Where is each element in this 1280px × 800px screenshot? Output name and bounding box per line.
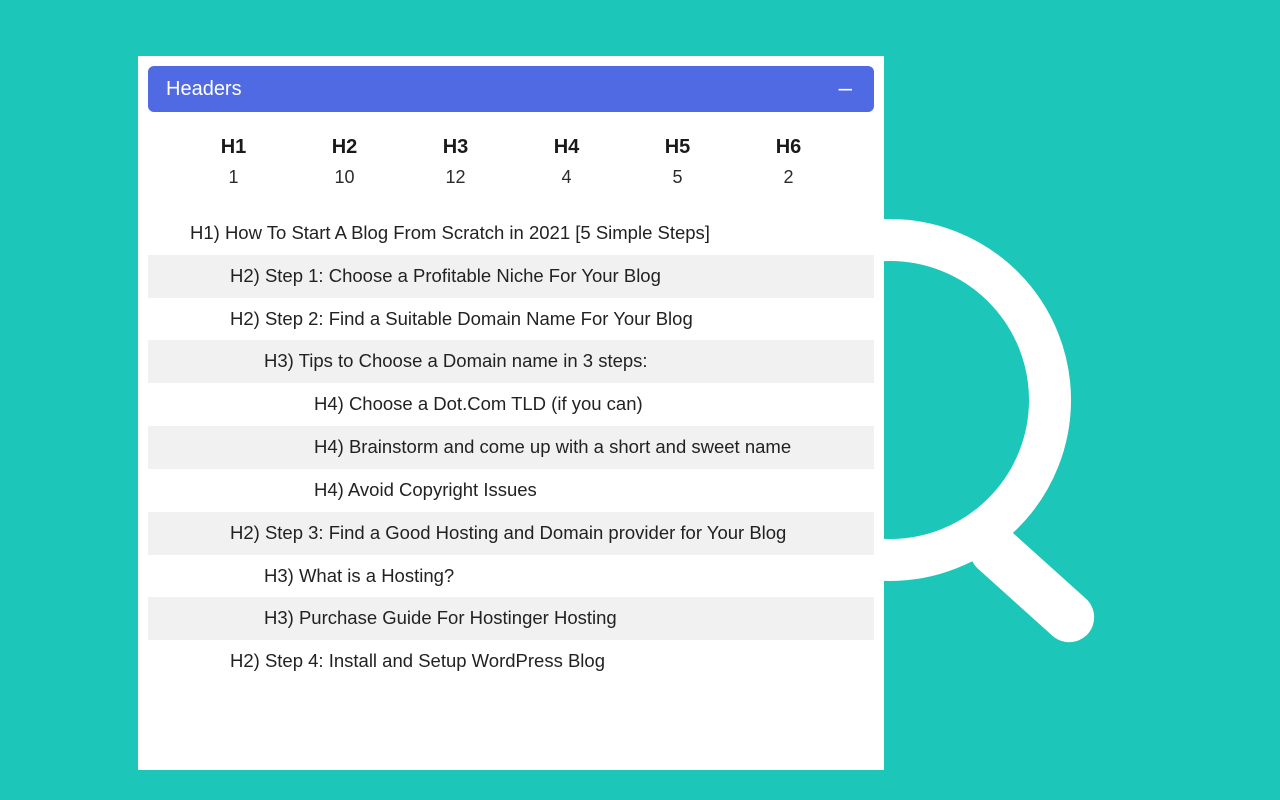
headers-panel: Headers – H1 1 H2 10 H3 12 H4 4 H5 5 H6 … [138, 56, 884, 770]
count-label: H2 [289, 136, 400, 159]
count-h6: H6 2 [733, 136, 844, 188]
list-item[interactable]: H2) Step 2: Find a Suitable Domain Name … [148, 298, 874, 341]
list-item[interactable]: H2) Step 3: Find a Good Hosting and Doma… [148, 512, 874, 555]
count-value: 2 [733, 167, 844, 188]
count-h2: H2 10 [289, 136, 400, 188]
list-item[interactable]: H2) Step 1: Choose a Profitable Niche Fo… [148, 255, 874, 298]
count-value: 1 [178, 167, 289, 188]
header-counts-row: H1 1 H2 10 H3 12 H4 4 H5 5 H6 2 [148, 112, 874, 212]
panel-title: Headers [166, 78, 242, 101]
count-label: H4 [511, 136, 622, 159]
list-item[interactable]: H3) Purchase Guide For Hostinger Hosting [148, 597, 874, 640]
count-label: H3 [400, 136, 511, 159]
count-value: 12 [400, 167, 511, 188]
panel-header-bar[interactable]: Headers – [148, 66, 874, 112]
list-item[interactable]: H2) Step 4: Install and Setup WordPress … [148, 640, 874, 683]
count-label: H6 [733, 136, 844, 159]
collapse-button[interactable]: – [835, 77, 856, 101]
count-value: 5 [622, 167, 733, 188]
list-item[interactable]: H4) Avoid Copyright Issues [148, 469, 874, 512]
list-item[interactable]: H4) Brainstorm and come up with a short … [148, 426, 874, 469]
list-item[interactable]: H3) Tips to Choose a Domain name in 3 st… [148, 340, 874, 383]
list-item[interactable]: H1) How To Start A Blog From Scratch in … [148, 212, 874, 255]
count-h1: H1 1 [178, 136, 289, 188]
header-outline-list: H1) How To Start A Blog From Scratch in … [148, 212, 874, 683]
count-h3: H3 12 [400, 136, 511, 188]
count-label: H1 [178, 136, 289, 159]
count-h4: H4 4 [511, 136, 622, 188]
list-item[interactable]: H3) What is a Hosting? [148, 555, 874, 598]
list-item[interactable]: H4) Choose a Dot.Com TLD (if you can) [148, 383, 874, 426]
count-value: 10 [289, 167, 400, 188]
count-label: H5 [622, 136, 733, 159]
count-value: 4 [511, 167, 622, 188]
count-h5: H5 5 [622, 136, 733, 188]
